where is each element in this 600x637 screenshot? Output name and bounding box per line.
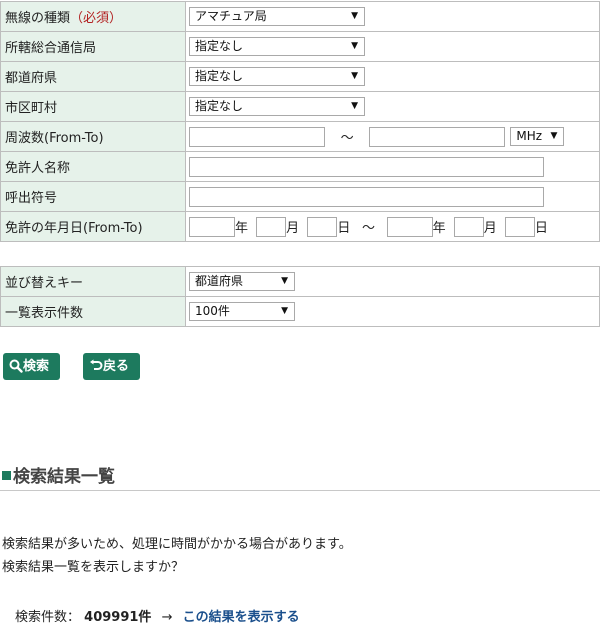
frequency-unit-select[interactable]: MHz ▼ [510,127,565,146]
city-select[interactable]: 指定なし ▼ [189,97,365,116]
dropdown-arrow-icon: ▼ [351,71,358,81]
year-unit: 年 [432,221,446,236]
search-button[interactable]: 検索 [3,353,60,380]
date-to-month-input[interactable] [453,216,484,237]
day-unit: 日 [337,221,351,236]
radio-type-select[interactable]: アマチュア局 ▼ [189,7,365,26]
display-options-table: 並び替えキー 都道府県 ▼ 一覧表示件数 100件 ▼ [0,266,600,327]
date-from-year-input[interactable] [189,216,235,237]
label-licensee-name: 免許人名称 [0,151,186,182]
sort-key-select[interactable]: 都道府県 ▼ [189,272,295,291]
day-unit: 日 [534,221,548,236]
page-size-select[interactable]: 100件 ▼ [189,302,295,321]
label-bureau: 所轄総合通信局 [0,31,186,62]
results-heading: 検索結果一覧 [0,462,600,491]
label-radio-type: 無線の種類（必須） [0,1,186,32]
back-button[interactable]: 戻る [83,353,140,380]
magnifier-icon [9,359,23,373]
bureau-select[interactable]: 指定なし ▼ [189,37,365,56]
label-page-size: 一覧表示件数 [0,296,186,327]
result-count-line: 検索件数： 409991件 → この結果を表示する [15,606,300,625]
prefecture-select[interactable]: 指定なし ▼ [189,67,365,86]
range-tilde: ～ [361,221,375,236]
show-results-link[interactable]: この結果を表示する [183,610,300,625]
dropdown-arrow-icon: ▼ [351,41,358,51]
frequency-from-input[interactable] [189,126,325,147]
result-count-label: 検索件数： [15,610,81,625]
date-to-year-input[interactable] [386,216,433,237]
range-tilde: ～ [340,131,354,146]
label-sort-key: 並び替えキー [0,266,186,297]
call-sign-input[interactable] [189,186,544,207]
arrow-right-icon: → [161,610,173,625]
dropdown-arrow-icon: ▼ [351,11,358,21]
search-form-table: 無線の種類（必須） アマチュア局 ▼ 所轄総合通信局 指定なし ▼ 都道府県 指定な… [0,1,600,242]
return-arrow-icon [90,359,103,370]
dropdown-arrow-icon: ▼ [550,131,558,141]
label-frequency: 周波数(From-To) [0,121,186,152]
date-from-day-input[interactable] [307,216,338,237]
label-city: 市区町村 [0,91,186,122]
date-from-month-input[interactable] [256,216,287,237]
label-license-date: 免許の年月日(From-To) [0,211,186,242]
label-call-sign: 呼出符号 [0,181,186,212]
results-message-2: 検索結果一覧を表示しますか？ [2,560,185,575]
year-unit: 年 [235,221,249,236]
date-to-day-input[interactable] [504,216,535,237]
results-message-1: 検索結果が多いため、処理に時間がかかる場合があります。 [2,537,352,552]
month-unit: 月 [483,221,497,236]
result-count-value: 409991件 [84,610,152,625]
square-icon [2,471,11,480]
label-prefecture: 都道府県 [0,61,186,92]
required-mark: （必須） [70,11,123,26]
dropdown-arrow-icon: ▼ [351,101,358,111]
month-unit: 月 [286,221,300,236]
dropdown-arrow-icon: ▼ [281,306,288,316]
frequency-to-input[interactable] [369,126,506,147]
licensee-name-input[interactable] [189,156,544,177]
dropdown-arrow-icon: ▼ [281,276,288,286]
